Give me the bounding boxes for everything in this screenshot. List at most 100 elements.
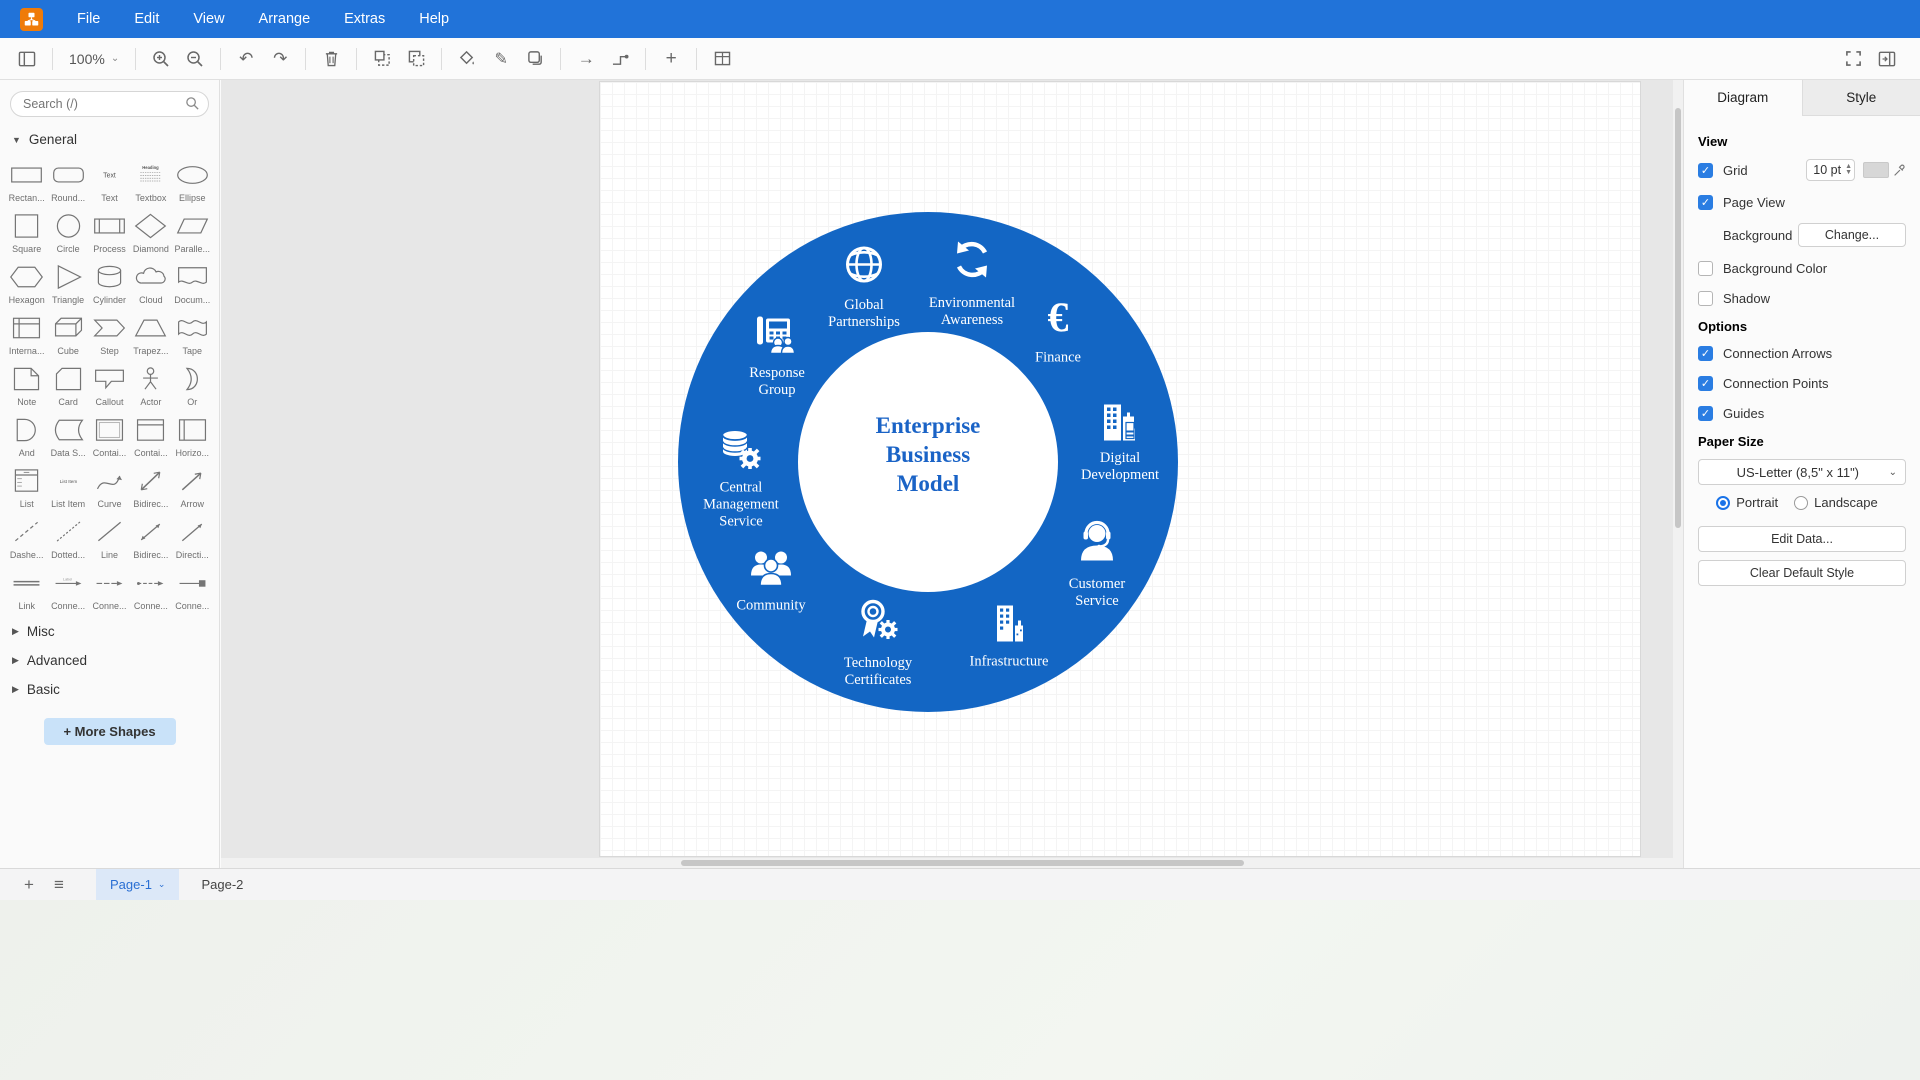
ring-item-label[interactable]: Response Group bbox=[737, 365, 817, 399]
table-button[interactable] bbox=[707, 44, 737, 74]
to-back-button[interactable] bbox=[401, 44, 431, 74]
shape-dotted-line[interactable]: Dotted... bbox=[47, 513, 88, 564]
shape-bidirectional-line[interactable]: Bidirec... bbox=[130, 513, 171, 564]
delete-button[interactable] bbox=[316, 44, 346, 74]
shape-square[interactable]: Square bbox=[6, 207, 47, 258]
shape-rectangle[interactable]: Rectan... bbox=[6, 156, 47, 207]
shape-container-titled[interactable]: Contai... bbox=[130, 411, 171, 462]
more-shapes-button[interactable]: + More Shapes bbox=[44, 718, 176, 745]
globe-icon[interactable] bbox=[840, 241, 888, 294]
tab-page-1[interactable]: Page-1⌄ bbox=[96, 869, 179, 901]
change-background-button[interactable]: Change... bbox=[1798, 223, 1906, 247]
ring-item-label[interactable]: Global Partnerships bbox=[814, 297, 914, 331]
arrow-button[interactable]: → bbox=[571, 44, 601, 74]
building-icon[interactable] bbox=[985, 600, 1033, 653]
to-front-button[interactable] bbox=[367, 44, 397, 74]
shape-dashed-line[interactable]: Dashe... bbox=[6, 513, 47, 564]
section-basic[interactable]: ▶ Basic bbox=[0, 675, 219, 704]
shape-container[interactable]: Contai... bbox=[89, 411, 130, 462]
shape-tape[interactable]: Tape bbox=[172, 309, 213, 360]
grid-size-input[interactable]: 10 pt ▲▼ bbox=[1806, 159, 1855, 181]
vertical-scrollbar[interactable] bbox=[1673, 80, 1683, 858]
menu-view[interactable]: View bbox=[179, 3, 238, 35]
shape-textbox[interactable]: Heading Textbox bbox=[130, 156, 171, 207]
shadow-checkbox[interactable] bbox=[1698, 291, 1713, 306]
stepper-icon[interactable]: ▲▼ bbox=[1845, 164, 1852, 176]
shape-search-input[interactable] bbox=[10, 91, 209, 117]
shape-horizontal-container[interactable]: Horizo... bbox=[172, 411, 213, 462]
shape-curve[interactable]: Curve bbox=[89, 462, 130, 513]
shape-cloud[interactable]: Cloud bbox=[130, 258, 171, 309]
paper-size-select[interactable]: US-Letter (8,5" x 11") ⌄ bbox=[1698, 459, 1906, 485]
shape-connection-4[interactable]: Conne... bbox=[172, 564, 213, 615]
shape-circle[interactable]: Circle bbox=[47, 207, 88, 258]
portrait-radio[interactable] bbox=[1716, 496, 1730, 510]
shape-trapezoid[interactable]: Trapez... bbox=[130, 309, 171, 360]
menu-extras[interactable]: Extras bbox=[330, 3, 399, 35]
connection-points-checkbox[interactable]: ✓ bbox=[1698, 376, 1713, 391]
headset-icon[interactable] bbox=[1073, 517, 1121, 570]
shadow-button[interactable] bbox=[520, 44, 550, 74]
waypoints-button[interactable] bbox=[605, 44, 635, 74]
guides-checkbox[interactable]: ✓ bbox=[1698, 406, 1713, 421]
ring-item-label[interactable]: Infrastructure bbox=[944, 653, 1074, 670]
fullscreen-button[interactable] bbox=[1838, 44, 1868, 74]
shape-connection-3[interactable]: Conne... bbox=[130, 564, 171, 615]
shape-step[interactable]: Step bbox=[89, 309, 130, 360]
ring-item-label[interactable]: Digital Development bbox=[1065, 450, 1175, 484]
background-color-checkbox[interactable] bbox=[1698, 261, 1713, 276]
format-panel-button[interactable] bbox=[1872, 44, 1902, 74]
shape-text[interactable]: Text Text bbox=[89, 156, 130, 207]
shape-cube[interactable]: Cube bbox=[47, 309, 88, 360]
grid-checkbox[interactable]: ✓ bbox=[1698, 163, 1713, 178]
fax-people-icon[interactable] bbox=[753, 309, 801, 362]
tab-style[interactable]: Style bbox=[1802, 80, 1920, 115]
shape-rounded-rectangle[interactable]: Round... bbox=[47, 156, 88, 207]
tab-page-2[interactable]: Page-2 bbox=[187, 869, 257, 901]
ring-item-label[interactable]: Community bbox=[716, 597, 826, 614]
add-page-button[interactable]: + bbox=[14, 870, 44, 900]
shape-connection-2[interactable]: Conne... bbox=[89, 564, 130, 615]
connection-arrows-checkbox[interactable]: ✓ bbox=[1698, 346, 1713, 361]
zoom-level-dropdown[interactable]: 100%⌄ bbox=[61, 51, 127, 67]
shape-ellipse[interactable]: Ellipse bbox=[172, 156, 213, 207]
people-icon[interactable] bbox=[747, 542, 795, 595]
shape-note[interactable]: Note bbox=[6, 360, 47, 411]
sidebar-toggle-button[interactable] bbox=[12, 44, 42, 74]
shape-and[interactable]: And bbox=[6, 411, 47, 462]
diagram-canvas[interactable]: EnterpriseBusinessModel Global Partnersh… bbox=[221, 80, 1683, 868]
menu-edit[interactable]: Edit bbox=[120, 3, 173, 35]
horizontal-scrollbar[interactable] bbox=[221, 858, 1683, 868]
menu-arrange[interactable]: Arrange bbox=[245, 3, 325, 35]
shape-diamond[interactable]: Diamond bbox=[130, 207, 171, 258]
shape-directional-line[interactable]: Directi... bbox=[172, 513, 213, 564]
shape-list-item[interactable]: List Item List Item bbox=[47, 462, 88, 513]
shape-hexagon[interactable]: Hexagon bbox=[6, 258, 47, 309]
section-advanced[interactable]: ▶ Advanced bbox=[0, 646, 219, 675]
grid-color-swatch[interactable] bbox=[1863, 162, 1889, 178]
ring-item-label[interactable]: Technology Certificates bbox=[828, 655, 928, 689]
tab-diagram[interactable]: Diagram bbox=[1684, 80, 1802, 116]
fill-color-button[interactable] bbox=[452, 44, 482, 74]
recycle-icon[interactable] bbox=[948, 236, 996, 289]
menu-help[interactable]: Help bbox=[405, 3, 463, 35]
certificate-icon[interactable] bbox=[854, 597, 902, 650]
zoom-in-button[interactable] bbox=[146, 44, 176, 74]
pages-menu-button[interactable]: ≡ bbox=[44, 870, 74, 900]
shape-callout[interactable]: Callout bbox=[89, 360, 130, 411]
shape-link[interactable]: Link bbox=[6, 564, 47, 615]
shape-cylinder[interactable]: Cylinder bbox=[89, 258, 130, 309]
ring-item-label[interactable]: Finance bbox=[1013, 349, 1103, 366]
shape-bidirectional-arrow[interactable]: Bidirec... bbox=[130, 462, 171, 513]
shape-data-storage[interactable]: Data S... bbox=[47, 411, 88, 462]
shape-parallelogram[interactable]: Paralle... bbox=[172, 207, 213, 258]
shape-arrow-shape[interactable]: Arrow bbox=[172, 462, 213, 513]
shape-process[interactable]: Process bbox=[89, 207, 130, 258]
ring-item-label[interactable]: Environmental Awareness bbox=[902, 295, 1042, 329]
city-icon[interactable] bbox=[1096, 399, 1144, 452]
euro-icon[interactable]: € bbox=[1034, 294, 1082, 347]
shape-card[interactable]: Card bbox=[47, 360, 88, 411]
shape-actor[interactable]: Actor bbox=[130, 360, 171, 411]
eyedropper-icon[interactable] bbox=[1893, 164, 1906, 177]
ring-item-label[interactable]: Central Management Service bbox=[689, 479, 793, 530]
